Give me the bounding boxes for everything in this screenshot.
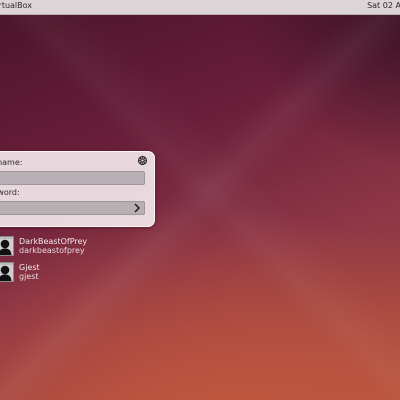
login-submit-button[interactable] bbox=[131, 202, 143, 214]
username-field[interactable] bbox=[0, 171, 145, 191]
top-panel: y-VirtualBox Sat 02 Au bbox=[0, 0, 400, 15]
clock[interactable]: Sat 02 Au bbox=[367, 1, 400, 10]
user-display-name: Gjest bbox=[19, 263, 40, 272]
user-list-item[interactable]: DarkBeastOfPrey darkbeastofprey bbox=[0, 236, 116, 258]
password-input[interactable] bbox=[0, 208, 144, 221]
user-list-item[interactable]: Gjest gjest bbox=[0, 262, 116, 284]
password-field[interactable] bbox=[0, 201, 145, 221]
chevron-right-icon bbox=[134, 203, 141, 213]
password-label: ssword: bbox=[0, 188, 20, 197]
username-input[interactable] bbox=[0, 178, 144, 191]
gear-icon[interactable] bbox=[137, 155, 148, 166]
host-name: y-VirtualBox bbox=[0, 1, 33, 10]
login-box: ername: ssword: bbox=[0, 151, 155, 227]
user-login-name: gjest bbox=[19, 272, 39, 281]
user-login-name: darkbeastofprey bbox=[19, 246, 85, 255]
username-label: ername: bbox=[0, 158, 23, 167]
user-display-name: DarkBeastOfPrey bbox=[19, 237, 88, 246]
user-avatar-icon bbox=[0, 236, 14, 256]
user-avatar-icon bbox=[0, 262, 14, 282]
